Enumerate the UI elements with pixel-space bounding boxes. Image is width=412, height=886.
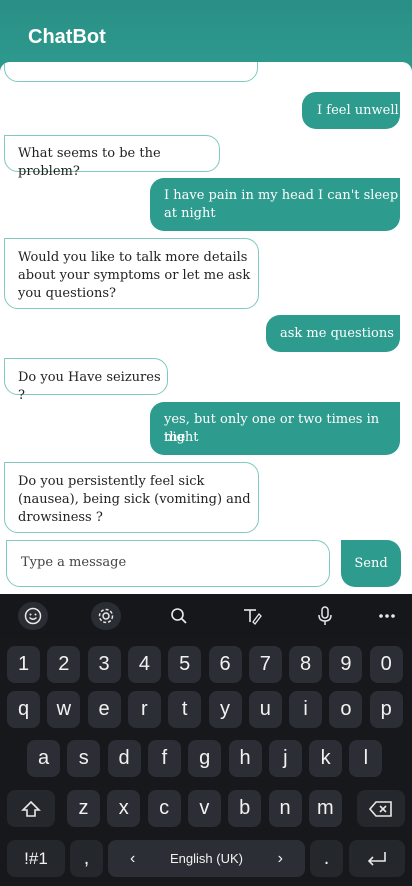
key-f[interactable]: f [147, 740, 181, 777]
chat-bubble-bot: Would you like to talk more details abou… [4, 238, 259, 309]
chat-bubble-user: I have pain in my head I can't sleep at … [150, 178, 400, 231]
key-x[interactable]: x [107, 790, 141, 827]
key-c[interactable]: c [147, 790, 181, 827]
key-1[interactable]: 1 [7, 646, 40, 683]
message-input-container[interactable] [6, 540, 330, 587]
shift-key[interactable] [7, 790, 55, 827]
period-key[interactable]: . [310, 840, 343, 877]
message-text-line: (nausea), being sick (vomiting) and [18, 492, 251, 507]
key-8[interactable]: 8 [289, 646, 323, 683]
space-language-label: English (UK) [170, 851, 243, 866]
message-text-line: drowsiness ? [18, 510, 103, 525]
key-9[interactable]: 9 [329, 646, 363, 683]
message-text-line: about your symptoms or let me ask [18, 268, 251, 283]
key-m[interactable]: m [308, 790, 342, 827]
key-j[interactable]: j [268, 740, 302, 777]
shift-icon [21, 800, 41, 817]
key-y[interactable]: y [208, 691, 242, 728]
backspace-icon [369, 800, 392, 817]
key-w[interactable]: w [47, 691, 81, 728]
backspace-key[interactable] [357, 790, 405, 827]
send-button[interactable]: Send [341, 540, 401, 587]
key-a[interactable]: a [27, 740, 60, 777]
key-k[interactable]: k [309, 740, 343, 777]
key-n[interactable]: n [268, 790, 302, 827]
message-text: ask me questions [280, 326, 394, 341]
message-text: Do you Have seizures ? [18, 370, 161, 403]
chat-bubble-user: I feel unwell [302, 92, 400, 129]
key-h[interactable]: h [228, 740, 262, 777]
chat-bubble-user: ask me questions [266, 315, 400, 352]
space-right-arrow: › [277, 849, 283, 867]
chat-area[interactable]: I feel unwell What seems to be the probl… [0, 62, 412, 594]
key-p[interactable]: p [369, 691, 403, 728]
chat-bubble-bot: Do you persistently feel sick (nausea), … [4, 462, 259, 533]
key-b[interactable]: b [228, 790, 262, 827]
message-text: I feel unwell [317, 103, 399, 118]
key-q[interactable]: q [7, 691, 40, 728]
key-s[interactable]: s [67, 740, 101, 777]
key-z[interactable]: z [67, 790, 100, 827]
key-2[interactable]: 2 [47, 646, 81, 683]
comma-key[interactable]: , [70, 840, 103, 877]
more-icon[interactable] [372, 602, 402, 630]
key-e[interactable]: e [87, 691, 121, 728]
key-d[interactable]: d [107, 740, 141, 777]
key-6[interactable]: 6 [208, 646, 242, 683]
message-text-line: night [164, 430, 199, 445]
key-u[interactable]: u [248, 691, 282, 728]
message-text-line: you questions? [18, 286, 116, 301]
search-icon[interactable] [164, 602, 194, 630]
key-i[interactable]: i [289, 691, 323, 728]
key-5[interactable]: 5 [168, 646, 202, 683]
key-t[interactable]: t [168, 691, 202, 728]
message-text-line: Would you like to talk more details [18, 250, 248, 265]
microphone-icon[interactable] [310, 602, 340, 630]
key-l[interactable]: l [349, 740, 383, 777]
app-title: ChatBot [28, 26, 106, 48]
message-text-line: yes, but only one or two times in the [164, 412, 380, 445]
space-key[interactable]: ‹ English (UK) › [108, 840, 305, 877]
enter-icon [367, 851, 386, 866]
symbols-key[interactable]: !#1 [7, 840, 65, 877]
key-3[interactable]: 3 [87, 646, 121, 683]
key-v[interactable]: v [187, 790, 221, 827]
chat-bubble-bot: What seems to be the problem? [4, 135, 220, 179]
chat-bubble-bot-partial [4, 62, 258, 82]
keyboard: 1 2 3 4 5 6 7 8 9 0 q w e r t y u i o p a s d f g h j k l z x c v b n m !#1,… [0, 594, 412, 886]
message-text-line: Do you persistently feel sick [18, 474, 205, 489]
enter-key[interactable] [349, 840, 405, 877]
message-text-line: at night [164, 206, 216, 221]
key-7[interactable]: 7 [248, 646, 282, 683]
message-text-line: I have pain in my head I can't sleep [164, 188, 399, 203]
key-0[interactable]: 0 [369, 646, 403, 683]
key-4[interactable]: 4 [127, 646, 161, 683]
message-input[interactable] [21, 555, 311, 570]
key-r[interactable]: r [127, 691, 161, 728]
key-o[interactable]: o [329, 691, 363, 728]
settings-icon[interactable] [91, 602, 121, 630]
chat-bubble-user: yes, but only one or two times in the ni… [150, 402, 400, 455]
emoji-icon[interactable] [18, 602, 48, 630]
key-g[interactable]: g [188, 740, 222, 777]
message-text: What seems to be the problem? [18, 146, 161, 179]
handwriting-icon[interactable] [237, 602, 267, 630]
keyboard-toolbar [0, 594, 412, 638]
space-left-arrow: ‹ [130, 849, 136, 867]
chat-bubble-bot: Do you Have seizures ? [4, 358, 168, 403]
